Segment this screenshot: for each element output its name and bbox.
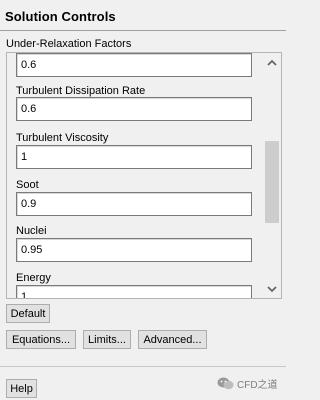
chevron-down-icon [267, 285, 277, 292]
field-input-turbulent-viscosity[interactable] [16, 145, 252, 169]
field-input-soot[interactable] [16, 192, 252, 216]
watermark: CFD之道 [217, 376, 278, 391]
field-label-soot: Soot [16, 179, 39, 191]
bottom-separator [0, 366, 286, 367]
field-input-energy[interactable] [16, 285, 252, 298]
panel-title: Solution Controls [5, 9, 116, 24]
group-label: Under-Relaxation Factors [6, 38, 132, 50]
field-label-nuclei: Nuclei [16, 225, 47, 237]
field-label-turbulent-viscosity: Turbulent Viscosity [16, 132, 109, 144]
limits-button[interactable]: Limits... [83, 330, 131, 349]
help-button[interactable]: Help [6, 379, 37, 398]
advanced-button[interactable]: Advanced... [138, 330, 207, 349]
field-input-turbulent-dissipation-rate[interactable] [16, 97, 252, 121]
watermark-text: CFD之道 [237, 379, 278, 391]
title-separator [0, 30, 286, 31]
field-label-energy: Energy [16, 272, 51, 284]
scroll-thumb[interactable] [265, 141, 279, 223]
scroll-down-arrow[interactable] [263, 282, 281, 296]
field-input-nuclei[interactable] [16, 238, 252, 262]
default-button[interactable]: Default [6, 304, 50, 323]
chevron-up-icon [267, 59, 277, 66]
field-input-under-relaxation-top[interactable] [16, 53, 252, 77]
scroll-content: Turbulent Dissipation Rate Turbulent Vis… [7, 53, 263, 298]
wechat-icon [217, 377, 234, 389]
field-label-turbulent-dissipation-rate: Turbulent Dissipation Rate [16, 85, 146, 97]
equations-button[interactable]: Equations... [6, 330, 76, 349]
scroll-frame: Turbulent Dissipation Rate Turbulent Vis… [6, 52, 282, 299]
vertical-scrollbar[interactable] [263, 53, 281, 298]
scroll-up-arrow[interactable] [263, 55, 281, 69]
